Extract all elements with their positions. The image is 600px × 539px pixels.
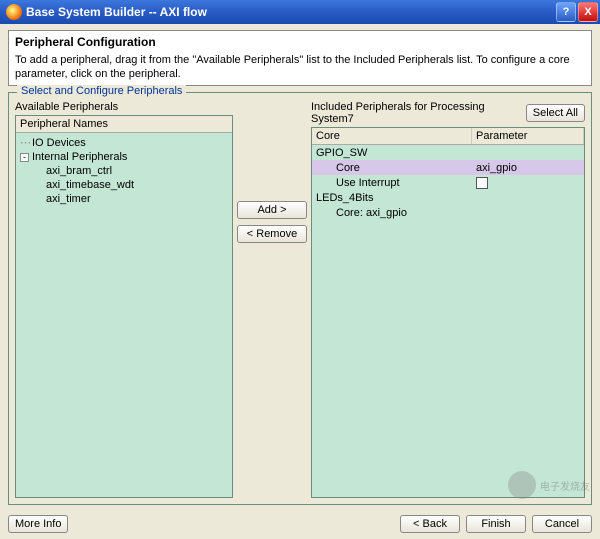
close-button[interactable]: X	[578, 2, 598, 22]
included-label: Included Peripherals for Processing Syst…	[311, 101, 522, 125]
add-button[interactable]: Add >	[237, 201, 307, 219]
window-title: Base System Builder -- AXI flow	[26, 5, 556, 19]
cell-core: LEDs_4Bits	[312, 191, 472, 205]
available-label: Available Peripherals	[15, 101, 233, 113]
remove-button[interactable]: < Remove	[237, 225, 307, 243]
tree-node-internal[interactable]: - Internal Peripherals	[18, 150, 230, 164]
tree-label: axi_bram_ctrl	[46, 165, 112, 177]
back-button[interactable]: < Back	[400, 515, 460, 533]
included-body[interactable]: GPIO_SW Core axi_gpio Use Interrupt	[312, 145, 584, 497]
tree-label: axi_timer	[46, 193, 91, 205]
app-icon	[6, 4, 22, 20]
description-title: Peripheral Configuration	[15, 35, 585, 51]
included-row[interactable]: Core axi_gpio	[312, 160, 584, 175]
fieldset-legend: Select and Configure Peripherals	[17, 85, 186, 97]
footer: More Info < Back Finish Cancel	[8, 509, 592, 533]
finish-button[interactable]: Finish	[466, 515, 526, 533]
cell-core: Core: axi_gpio	[312, 206, 472, 220]
col-header-core[interactable]: Core	[312, 128, 472, 144]
included-box: Core Parameter GPIO_SW Core axi_gpio	[311, 127, 585, 498]
collapse-icon[interactable]: -	[20, 153, 29, 162]
cell-core: Use Interrupt	[312, 176, 472, 190]
cell-param	[472, 197, 584, 199]
titlebar: Base System Builder -- AXI flow ? X	[0, 0, 600, 24]
cell-param: axi_gpio	[472, 161, 584, 175]
description-box: Peripheral Configuration To add a periph…	[8, 30, 592, 86]
tree-leaf[interactable]: axi_bram_ctrl	[18, 164, 230, 178]
description-body: To add a peripheral, drag it from the "A…	[15, 53, 585, 82]
tree-leaf[interactable]: axi_timebase_wdt	[18, 178, 230, 192]
cell-param[interactable]	[472, 176, 584, 190]
cancel-button[interactable]: Cancel	[532, 515, 592, 533]
available-box: Peripheral Names ⋯ IO Devices - Internal…	[15, 115, 233, 498]
included-row[interactable]: Core: axi_gpio	[312, 205, 584, 220]
cell-param	[472, 152, 584, 154]
select-all-button[interactable]: Select All	[526, 104, 585, 122]
col-header-parameter[interactable]: Parameter	[472, 128, 584, 144]
peripherals-fieldset: Select and Configure Peripherals Availab…	[8, 92, 592, 505]
tree-label: axi_timebase_wdt	[46, 179, 134, 191]
available-header: Peripheral Names	[16, 116, 232, 133]
tree-label: Internal Peripherals	[32, 151, 127, 163]
included-row[interactable]: GPIO_SW	[312, 145, 584, 160]
included-row[interactable]: Use Interrupt	[312, 175, 584, 190]
tree-leaf[interactable]: axi_timer	[18, 192, 230, 206]
included-columns: Core Parameter	[312, 128, 584, 145]
cell-core: Core	[312, 161, 472, 175]
tree-label: IO Devices	[32, 137, 86, 149]
included-row[interactable]: LEDs_4Bits	[312, 190, 584, 205]
tree-dots-icon: ⋯	[20, 136, 29, 149]
help-button[interactable]: ?	[556, 2, 576, 22]
tree-node-io-devices[interactable]: ⋯ IO Devices	[18, 135, 230, 150]
cell-param	[472, 212, 584, 214]
available-tree[interactable]: ⋯ IO Devices - Internal Peripherals axi_…	[16, 133, 232, 497]
cell-core: GPIO_SW	[312, 146, 472, 160]
more-info-button[interactable]: More Info	[8, 515, 68, 533]
use-interrupt-checkbox[interactable]	[476, 177, 488, 189]
